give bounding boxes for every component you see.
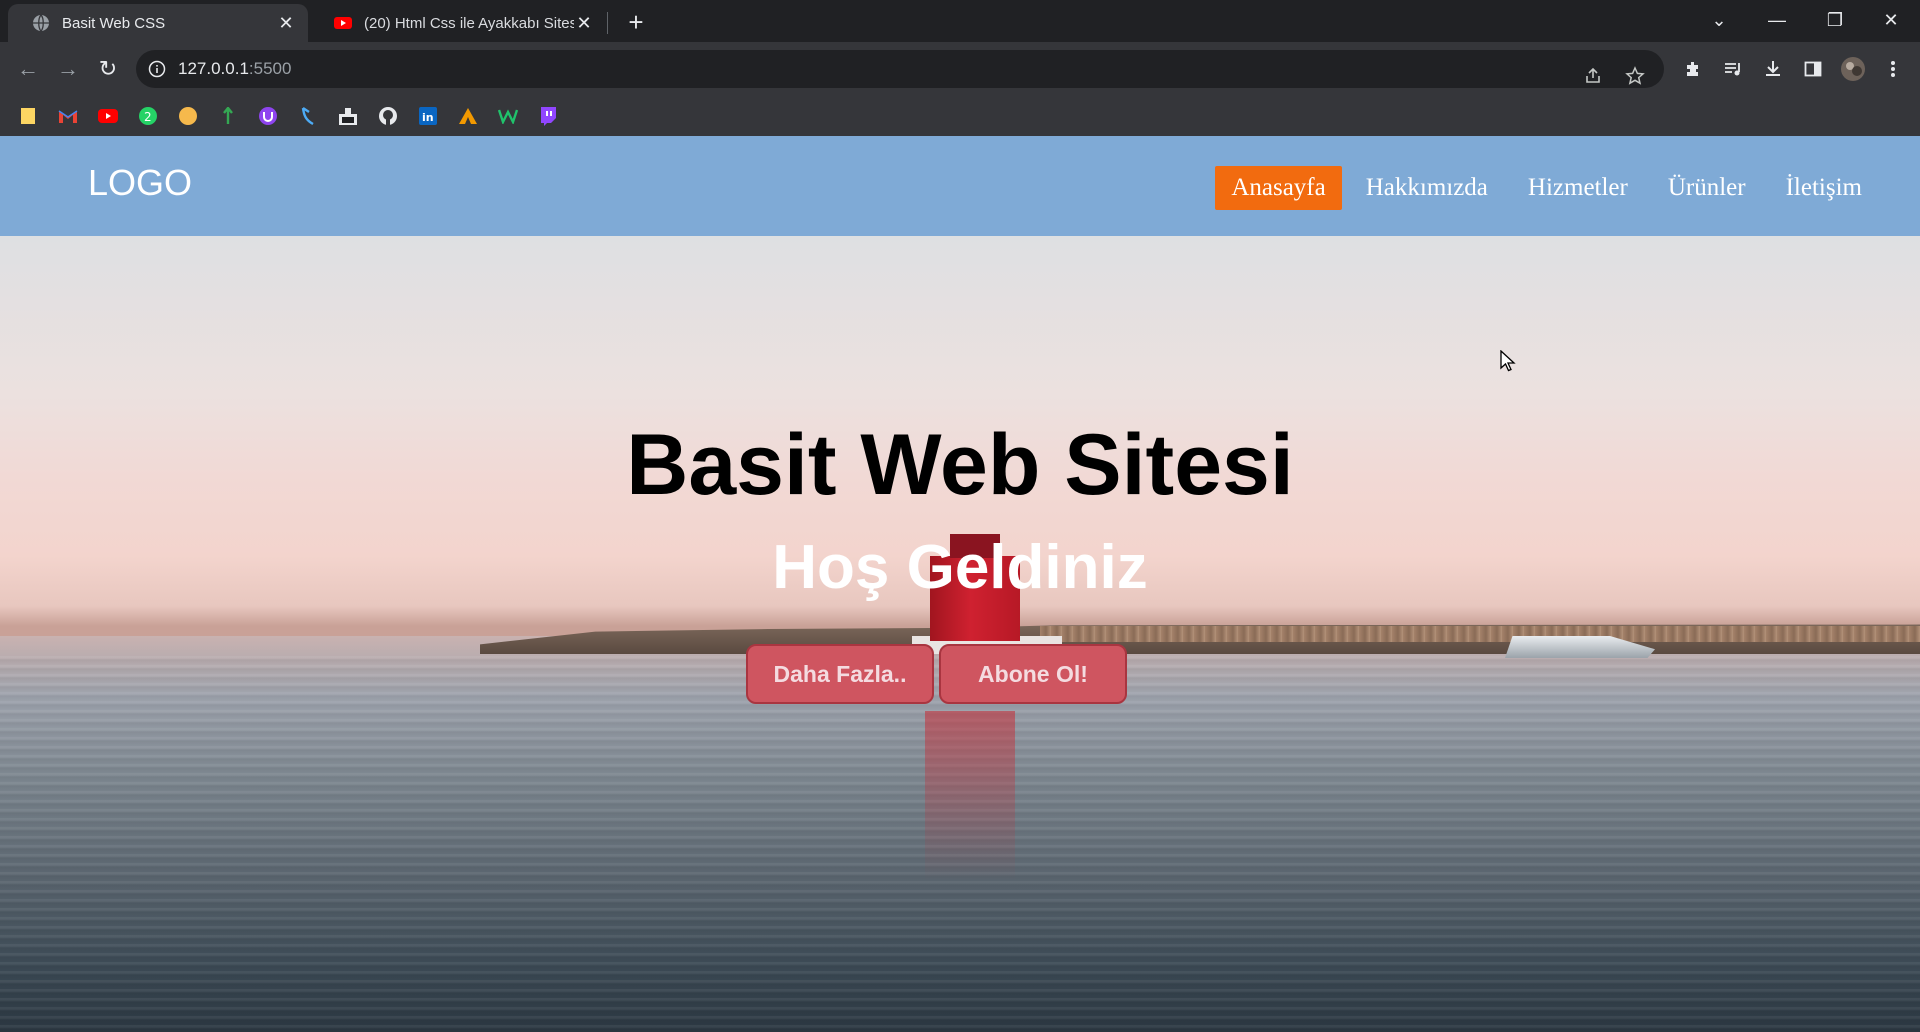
site-header: LOGO Anasayfa Hakkımızda Hizmetler Ürünl… [0, 136, 1920, 236]
bookmark-star-icon[interactable] [1620, 61, 1650, 91]
tent-icon[interactable] [458, 106, 478, 126]
media-controls-icon[interactable] [1718, 54, 1748, 84]
tab-search-chevron-icon[interactable]: ⌄ [1690, 0, 1748, 40]
linkedin-icon[interactable]: in [418, 106, 438, 126]
feather-icon[interactable] [298, 106, 318, 126]
nav-iletisim[interactable]: İletişim [1770, 166, 1878, 210]
address-bar[interactable]: 127.0.0.1:5500 [136, 50, 1664, 88]
tab-basit-web-css[interactable]: Basit Web CSS ✕ [8, 4, 308, 42]
svg-text:in: in [422, 111, 434, 124]
bookmark-folder-icon[interactable] [18, 106, 38, 126]
nav-hizmetler[interactable]: Hizmetler [1512, 166, 1644, 210]
youtube-icon[interactable] [98, 106, 118, 126]
url-text: 127.0.0.1:5500 [178, 59, 292, 78]
web-page: LOGO Anasayfa Hakkımızda Hizmetler Ürünl… [0, 136, 1920, 1032]
twitch-icon[interactable] [538, 106, 558, 126]
minimize-icon[interactable]: — [1748, 0, 1806, 40]
new-tab-button[interactable]: + [622, 8, 650, 36]
nav-hakkimizda[interactable]: Hakkımızda [1350, 166, 1504, 210]
arrow-up-icon[interactable] [218, 106, 238, 126]
tab-title: Basit Web CSS [62, 14, 166, 32]
mouse-cursor-icon [1500, 350, 1516, 372]
whatsapp-icon[interactable]: 2 [138, 106, 158, 126]
globe-icon [33, 14, 49, 32]
profile-avatar[interactable] [1838, 54, 1868, 84]
back-icon[interactable]: ← [14, 55, 42, 83]
side-panel-icon[interactable] [1798, 54, 1828, 84]
close-tab-icon[interactable]: ✕ [276, 13, 296, 33]
tab-divider [607, 12, 608, 34]
hero-buttons: Daha Fazla.. Abone Ol! [746, 644, 1132, 704]
browser-toolbar: ← → ↻ 127.0.0.1:5500 [0, 42, 1920, 96]
info-icon [148, 60, 166, 78]
extensions-icon[interactable] [1678, 54, 1708, 84]
pier [1040, 626, 1920, 642]
hero-subtitle: Hoş Geldiniz [772, 533, 1148, 602]
tab-title: (20) Html Css ile Ayakkabı Sitesi Y [364, 14, 574, 32]
github-icon[interactable] [378, 106, 398, 126]
site-logo[interactable]: LOGO [88, 162, 192, 204]
share-icon[interactable] [1578, 61, 1608, 91]
lighthouse-reflection [925, 711, 1015, 881]
nav-urunler[interactable]: Ürünler [1652, 166, 1762, 210]
tab-youtube[interactable]: (20) Html Css ile Ayakkabı Sitesi Y ✕ [310, 4, 606, 42]
dark-icon[interactable] [338, 106, 358, 126]
youtube-icon [334, 17, 352, 29]
restore-icon[interactable]: ❐ [1806, 0, 1864, 40]
download-icon[interactable] [1758, 54, 1788, 84]
svg-text:2: 2 [144, 110, 152, 124]
hero-title: Basit Web Sitesi [626, 417, 1294, 513]
browser-tab-bar: Basit Web CSS ✕ (20) Html Css ile Ayakka… [0, 0, 1920, 42]
bookmarks-bar: 2 in [0, 96, 1920, 137]
menu-kebab-icon[interactable] [1878, 54, 1908, 84]
uplabs-icon[interactable] [258, 106, 278, 126]
reload-icon[interactable]: ↻ [94, 55, 122, 83]
circle-icon[interactable] [178, 106, 198, 126]
gmail-icon[interactable] [58, 106, 78, 126]
nav-anasayfa[interactable]: Anasayfa [1215, 166, 1342, 210]
main-nav: Anasayfa Hakkımızda Hizmetler Ürünler İl… [1207, 166, 1878, 210]
close-tab-icon[interactable]: ✕ [574, 13, 594, 33]
subscribe-button[interactable]: Abone Ol! [939, 644, 1127, 704]
close-window-icon[interactable]: ✕ [1862, 0, 1920, 40]
forward-icon[interactable]: → [54, 55, 82, 83]
more-button[interactable]: Daha Fazla.. [746, 644, 934, 704]
webflow-icon[interactable] [498, 106, 518, 126]
